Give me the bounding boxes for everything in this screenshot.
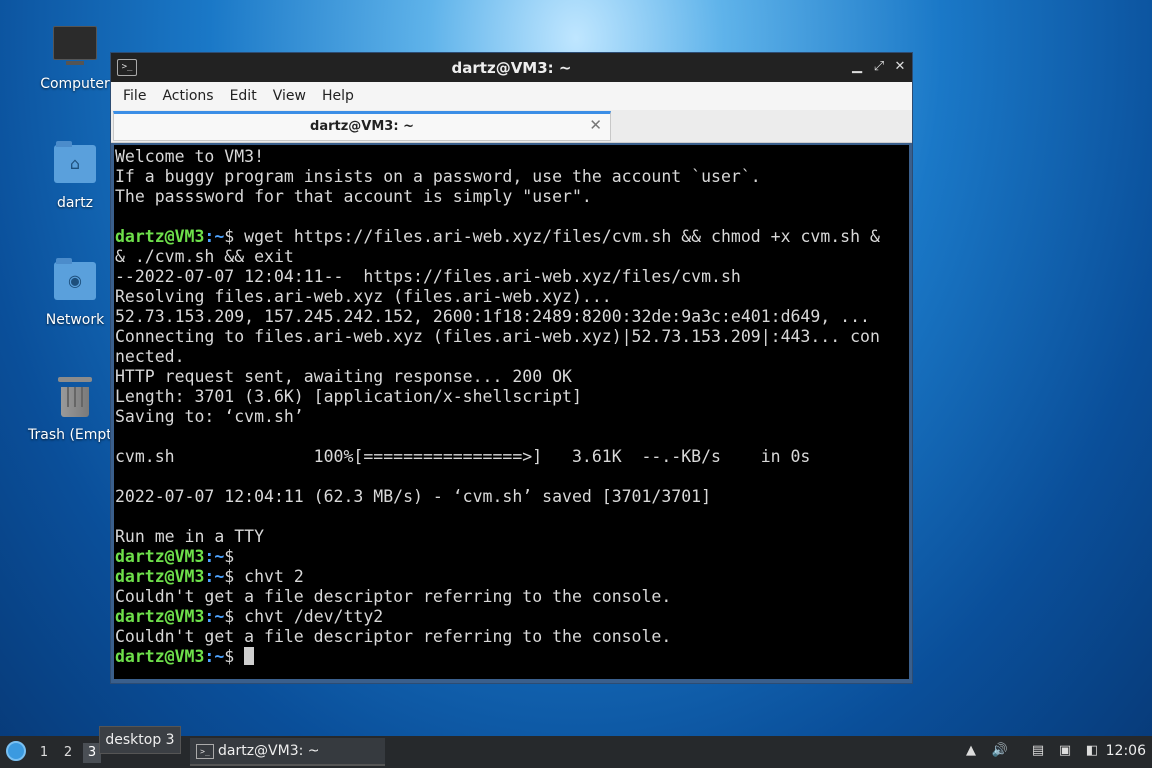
terminal-line: & ./cvm.sh && exit: [115, 247, 294, 266]
tab-close-icon[interactable]: ✕: [589, 116, 602, 134]
maximize-icon[interactable]: ⤢: [870, 58, 888, 76]
trash-icon: [53, 377, 97, 421]
prompt-user: dartz@VM3: [115, 647, 205, 666]
terminal-line: dartz@VM3:~$ wget https://files.ari-web.…: [115, 227, 909, 247]
menu-file[interactable]: File: [115, 88, 154, 104]
prompt-symbol: $: [224, 547, 245, 566]
desktop-icon-computer[interactable]: Computer: [27, 24, 123, 92]
terminal-line: Resolving files.ari-web.xyz (files.ari-w…: [115, 287, 612, 306]
clock[interactable]: 12:06: [1106, 743, 1146, 759]
task-label: dartz@VM3: ~: [218, 743, 320, 759]
prompt-symbol: $: [224, 647, 245, 666]
prompt-symbol: $: [224, 227, 245, 246]
menu-actions[interactable]: Actions: [154, 88, 221, 104]
terminal-output[interactable]: Welcome to VM3! If a buggy program insist…: [114, 145, 909, 679]
window-title: dartz@VM3: ~: [451, 59, 572, 77]
terminal-line: dartz@VM3:~$: [115, 547, 909, 567]
tab-bar: dartz@VM3: ~ ✕: [111, 110, 912, 143]
prompt-user: dartz@VM3: [115, 547, 205, 566]
terminal-line: If a buggy program insists on a password…: [115, 167, 761, 186]
prompt-path: :~: [204, 567, 225, 586]
desktop-icon-label: Network: [45, 312, 105, 328]
terminal-line: dartz@VM3:~$: [115, 647, 909, 667]
volume-icon[interactable]: 🔊: [991, 742, 1009, 760]
prompt-path: :~: [204, 227, 225, 246]
close-icon[interactable]: ✕: [891, 58, 909, 76]
terminal-line: cvm.sh 100%[================>] 3.61K --.…: [115, 447, 811, 466]
tray-up-arrow-icon[interactable]: ▲: [962, 742, 980, 760]
desktop-icon-label: Computer: [40, 76, 110, 92]
clipboard-icon[interactable]: ▤: [1029, 742, 1047, 760]
terminal-line: Couldn't get a file descriptor referring…: [115, 587, 672, 606]
terminal-line: Couldn't get a file descriptor referring…: [115, 627, 672, 646]
terminal-line: Length: 3701 (3.6K) [application/x-shell…: [115, 387, 582, 406]
prompt-user: dartz@VM3: [115, 607, 205, 626]
prompt-symbol: $: [224, 567, 245, 586]
tab-terminal[interactable]: dartz@VM3: ~ ✕: [113, 111, 611, 141]
terminal-line: HTTP request sent, awaiting response... …: [115, 367, 572, 386]
menu-view[interactable]: View: [265, 88, 314, 104]
prompt-user: dartz@VM3: [115, 567, 205, 586]
terminal-line: dartz@VM3:~$ chvt 2: [115, 567, 909, 587]
prompt-path: :~: [204, 607, 225, 626]
menu-edit[interactable]: Edit: [222, 88, 265, 104]
terminal-line: 52.73.153.209, 157.245.242.152, 2600:1f1…: [115, 307, 870, 326]
menu-help[interactable]: Help: [314, 88, 362, 104]
terminal-icon: >_: [196, 744, 214, 759]
terminal-cursor: [244, 647, 255, 665]
terminal-line: --2022-07-07 12:04:11-- https://files.ar…: [115, 267, 741, 286]
terminal-line: Welcome to VM3!: [115, 147, 265, 166]
command-text: chvt /dev/tty2: [244, 607, 384, 626]
minimize-icon[interactable]: ▁: [848, 58, 866, 76]
tab-label: dartz@VM3: ~: [310, 119, 414, 134]
computer-icon: [53, 26, 97, 70]
desktop-icon-label: dartz: [56, 195, 94, 211]
workspace-1[interactable]: 1: [35, 743, 53, 763]
command-text: wget https://files.ari-web.xyz/files/cvm…: [244, 227, 880, 246]
start-menu-icon[interactable]: [6, 741, 26, 761]
notification-icon[interactable]: ◧: [1083, 742, 1101, 760]
network-folder-icon: ◉: [53, 258, 97, 306]
workspace-2[interactable]: 2: [59, 743, 77, 763]
taskbar-terminal-task[interactable]: >_ dartz@VM3: ~: [190, 738, 385, 766]
terminal-window: >_ dartz@VM3: ~ ▁ ⤢ ✕ File Actions Edit …: [110, 52, 913, 684]
terminal-line: Saving to: ‘cvm.sh’: [115, 407, 304, 426]
terminal-line: nected.: [115, 347, 185, 366]
desktop-icon-home[interactable]: ⌂ dartz: [27, 141, 123, 211]
terminal-line: The passsword for that account is simply…: [115, 187, 592, 206]
menubar: File Actions Edit View Help: [111, 82, 912, 110]
home-folder-icon: ⌂: [53, 141, 97, 189]
workspace-tooltip: desktop 3: [99, 726, 181, 754]
prompt-symbol: $: [224, 607, 245, 626]
prompt-path: :~: [204, 547, 225, 566]
network-icon[interactable]: ▣: [1056, 742, 1074, 760]
prompt-user: dartz@VM3: [115, 227, 205, 246]
command-text: chvt 2: [244, 567, 304, 586]
terminal-line: Run me in a TTY: [115, 527, 265, 546]
desktop-icon-network[interactable]: ◉ Network: [27, 258, 123, 328]
terminal-line: Connecting to files.ari-web.xyz (files.a…: [115, 327, 880, 346]
window-titlebar[interactable]: >_ dartz@VM3: ~ ▁ ⤢ ✕: [111, 53, 912, 82]
prompt-path: :~: [204, 647, 225, 666]
terminal-line: 2022-07-07 12:04:11 (62.3 MB/s) - ‘cvm.s…: [115, 487, 712, 506]
terminal-line: dartz@VM3:~$ chvt /dev/tty2: [115, 607, 909, 627]
